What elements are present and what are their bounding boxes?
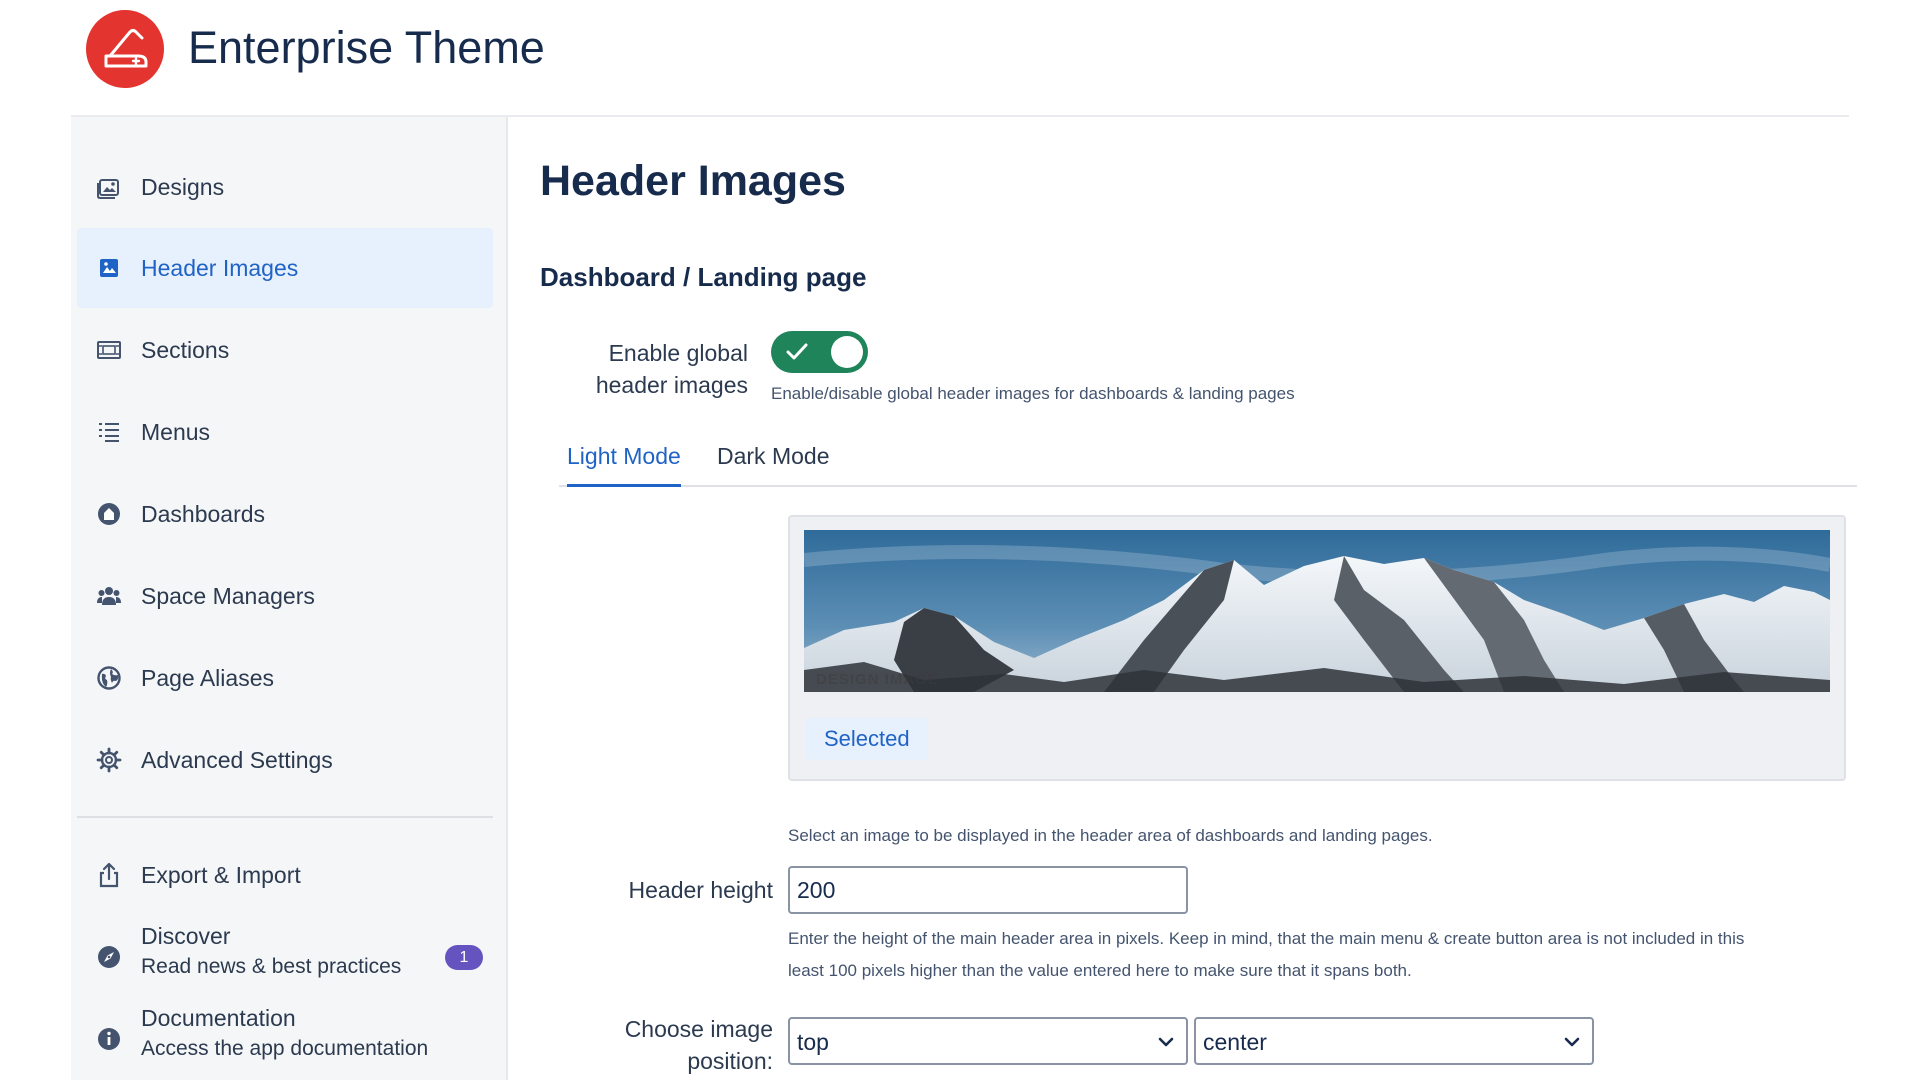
page-title: Header Images bbox=[540, 157, 846, 205]
image-position-label-line: Choose image bbox=[624, 1016, 773, 1042]
sidebar-divider bbox=[77, 816, 493, 818]
main-content: Header Images Dashboard / Landing page E… bbox=[508, 117, 1920, 1080]
image-help-text: Select an image to be displayed in the h… bbox=[788, 826, 1433, 845]
header-height-help-text: Enter the height of the main header area… bbox=[788, 923, 1918, 987]
sidebar-item-sections[interactable]: Sections bbox=[77, 310, 493, 390]
toggle-label-line: header images bbox=[595, 372, 748, 398]
compass-icon bbox=[98, 946, 120, 968]
sidebar-item-sublabel: Read news & best practices bbox=[141, 955, 402, 978]
image-position-label-line: position: bbox=[687, 1048, 773, 1074]
dashboard-icon bbox=[98, 503, 120, 525]
toggle-label-line: Enable global bbox=[608, 340, 748, 366]
gear-icon bbox=[96, 747, 122, 773]
image-caption: DESIGN IMAGE bbox=[816, 671, 939, 688]
sidebar-item-label: Dashboards bbox=[141, 500, 266, 527]
header-height-input[interactable] bbox=[788, 866, 1188, 914]
sidebar-item-dashboards[interactable]: Dashboards bbox=[77, 474, 493, 554]
sidebar-item-page-aliases[interactable]: Page Aliases bbox=[77, 638, 493, 718]
knife-icon bbox=[104, 29, 148, 68]
check-icon bbox=[786, 343, 808, 360]
sidebar-item-label: Menus bbox=[141, 418, 211, 445]
select-value: center bbox=[1203, 1029, 1267, 1055]
select-value: top bbox=[797, 1029, 829, 1055]
sidebar-item-discover[interactable]: Discover Read news & best practices 1 bbox=[77, 915, 493, 999]
vertical-position-select[interactable]: top bbox=[788, 1017, 1188, 1065]
sidebar-item-menus[interactable]: Menus bbox=[77, 392, 493, 472]
sidebar-item-export-import[interactable]: Export & Import bbox=[77, 835, 493, 915]
sidebar-item-designs[interactable]: Designs bbox=[77, 147, 493, 227]
app-title: Enterprise Theme bbox=[188, 22, 545, 73]
header-image-preview[interactable]: DESIGN IMAGE bbox=[804, 530, 1830, 692]
sidebar-item-label: Advanced Settings bbox=[141, 746, 333, 773]
mountain-image bbox=[804, 530, 1830, 692]
tab-dark-mode[interactable]: Dark Mode bbox=[717, 443, 829, 487]
help-line: Enter the height of the main header area… bbox=[788, 929, 1745, 948]
toggle-label: Enable global header images bbox=[548, 337, 748, 401]
sidebar-item-label: Designs bbox=[141, 173, 225, 200]
enable-header-images-toggle[interactable] bbox=[771, 331, 868, 373]
sidebar-item-label: Export & Import bbox=[141, 861, 301, 888]
notification-badge: 1 bbox=[445, 945, 483, 970]
image-position-label: Choose image position: bbox=[548, 1013, 773, 1077]
toggle-help-text: Enable/disable global header images for … bbox=[771, 384, 1295, 403]
info-icon bbox=[98, 1028, 120, 1050]
app-header: Enterprise Theme bbox=[0, 0, 1920, 115]
selected-button[interactable]: Selected bbox=[806, 718, 928, 760]
sidebar-item-label: Sections bbox=[141, 336, 230, 363]
horizontal-position-select[interactable]: center bbox=[1194, 1017, 1594, 1065]
tab-light-mode[interactable]: Light Mode bbox=[567, 443, 681, 487]
sidebar-item-label: Space Managers bbox=[141, 582, 315, 609]
sidebar-item-label: Documentation bbox=[141, 1005, 296, 1031]
sidebar-item-header-images[interactable]: Header Images bbox=[77, 228, 493, 308]
toggle-knob bbox=[831, 336, 863, 368]
header-height-label: Header height bbox=[628, 877, 774, 903]
sidebar-item-advanced-settings[interactable]: Advanced Settings bbox=[77, 720, 493, 800]
menu-list-icon bbox=[99, 423, 119, 442]
app-logo[interactable] bbox=[86, 10, 164, 88]
chevron-down-icon bbox=[1158, 1037, 1174, 1047]
sidebar-item-label: Header Images bbox=[141, 254, 299, 281]
sections-icon bbox=[97, 341, 121, 359]
image-icon bbox=[100, 259, 118, 277]
users-icon bbox=[97, 587, 121, 605]
section-title: Dashboard / Landing page bbox=[540, 262, 867, 292]
header-image-card: DESIGN IMAGE Selected bbox=[788, 515, 1846, 781]
globe-icon bbox=[97, 666, 121, 690]
sidebar-item-sublabel: Access the app documentation bbox=[141, 1037, 429, 1060]
chevron-down-icon bbox=[1564, 1037, 1580, 1047]
sidebar-item-space-managers[interactable]: Space Managers bbox=[77, 556, 493, 636]
help-line: least 100 pixels higher than the value e… bbox=[788, 961, 1412, 980]
sidebar-item-label: Discover bbox=[141, 923, 231, 949]
sidebar-item-label: Page Aliases bbox=[141, 664, 274, 691]
sidebar: Designs Header Images Sections Menus Das… bbox=[71, 117, 508, 1080]
export-icon bbox=[99, 862, 119, 888]
sidebar-item-documentation[interactable]: Documentation Access the app documentati… bbox=[77, 997, 493, 1080]
mode-tabs: Light Mode Dark Mode bbox=[559, 443, 1857, 487]
designs-icon bbox=[97, 179, 119, 199]
